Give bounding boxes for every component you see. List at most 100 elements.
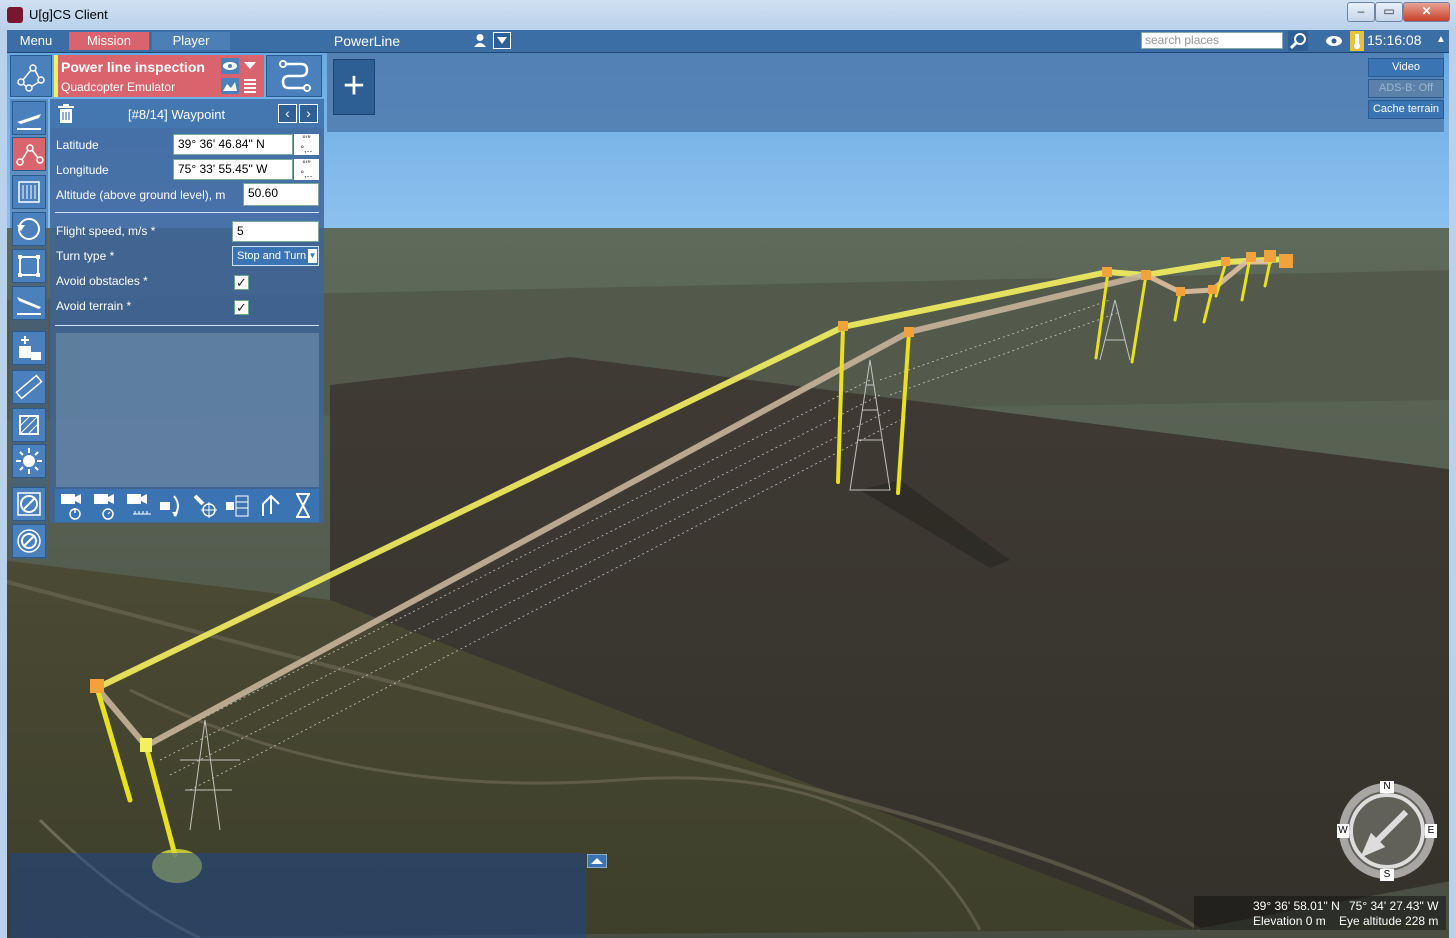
divider (55, 212, 319, 213)
menu-button[interactable]: Menu (7, 32, 65, 50)
avoid-obstacles-checkbox[interactable]: ✓ (234, 275, 249, 290)
mission-dropdown-icon[interactable] (242, 59, 258, 71)
turn-type-select[interactable]: Stop and Turn ▼ (232, 246, 319, 266)
sun-tool-button[interactable] (12, 444, 46, 478)
circle-tool-button[interactable] (12, 212, 46, 246)
window-frame-left (0, 30, 7, 938)
adsb-button[interactable]: ADS-B: Off (1368, 79, 1444, 98)
ruler-tool-button[interactable] (12, 370, 46, 404)
hatch-area-tool-button[interactable] (12, 408, 46, 442)
compass-north: N (1383, 781, 1391, 792)
tab-mission[interactable]: Mission (69, 32, 149, 50)
route-path-button[interactable] (266, 55, 322, 97)
eye-altitude-readout: Eye altitude 228 m (1339, 914, 1439, 928)
visibility-icon[interactable] (221, 58, 239, 74)
window-title: U[g]CS Client (29, 7, 108, 22)
hatch-area-icon (19, 415, 39, 435)
collapse-up-icon[interactable]: ▲ (1436, 34, 1446, 45)
actions-area (56, 333, 319, 487)
list-icon[interactable] (242, 77, 258, 93)
compass-widget[interactable] (1336, 780, 1438, 882)
cursor-latitude: 39° 36' 58.01" N (1253, 899, 1340, 913)
change-yaw-icon[interactable] (255, 490, 285, 521)
no-fly-circle-button[interactable] (12, 524, 46, 558)
cursor-longitude: 75° 34' 27.43" W (1349, 899, 1439, 913)
landing-icon (17, 297, 41, 315)
window-frame-right (1449, 30, 1456, 938)
camera-distance-icon[interactable] (123, 490, 153, 521)
wait-hourglass-icon[interactable] (288, 490, 318, 521)
route-path-icon (279, 60, 311, 92)
avoid-terrain-checkbox[interactable]: ✓ (234, 300, 249, 315)
landing-tool-button[interactable] (12, 286, 46, 320)
perimeter-icon (18, 255, 40, 277)
mission-title: Power line inspection (61, 59, 205, 75)
no-fly-zone-button[interactable] (12, 487, 46, 521)
minimize-icon[interactable]: – (1347, 2, 1375, 22)
clock: 15:16:08 (1367, 32, 1422, 48)
divider (55, 325, 319, 326)
waypoint-title: [#8/14] Waypoint (128, 107, 226, 122)
add-icon[interactable]: + (333, 59, 375, 115)
compass-south: S (1383, 869, 1391, 880)
photogrammetry-tool-button[interactable] (12, 175, 46, 209)
longitude-format-icon[interactable]: °′″ °,‥ (294, 159, 319, 180)
coordinate-readout: 39° 36' 58.01" N 75° 34' 27.43" W Elevat… (1194, 896, 1446, 930)
altitude-field[interactable]: 50.60 (243, 183, 319, 206)
takeoff-icon (17, 114, 41, 130)
search-input[interactable]: search places (1141, 32, 1283, 49)
eye-icon[interactable] (1325, 33, 1343, 49)
add-area-tool-button[interactable] (12, 331, 46, 365)
flight-speed-field[interactable]: 5 (232, 221, 319, 242)
longitude-field[interactable]: 75° 33' 55.45" W (173, 159, 293, 180)
takeoff-tool-button[interactable] (12, 101, 46, 135)
video-button[interactable]: Video (1368, 58, 1444, 77)
top-toolbar-band (327, 53, 1444, 132)
ruler-icon (15, 374, 43, 400)
next-waypoint-icon[interactable]: › (299, 104, 318, 123)
mission-name: PowerLine (333, 33, 401, 49)
avoid-obstacles-label: Avoid obstacles * (56, 274, 148, 288)
cache-terrain-button[interactable]: Cache terrain (1368, 100, 1444, 119)
close-icon[interactable]: ✕ (1403, 2, 1450, 22)
compass-west: W (1338, 825, 1348, 836)
trash-icon[interactable] (57, 104, 75, 124)
panorama-icon[interactable] (222, 490, 252, 521)
bottom-panel (10, 853, 586, 938)
prev-waypoint-icon[interactable]: ‹ (278, 104, 297, 123)
route-network-icon (17, 64, 45, 92)
expand-up-icon[interactable] (587, 854, 607, 868)
prohibited-circle-icon (17, 529, 41, 553)
latitude-field[interactable]: 39° 36' 46.84" N (173, 134, 293, 155)
search-icon[interactable] (1288, 31, 1308, 51)
window-titlebar: U[g]CS Client – ▭ ✕ (0, 0, 1456, 31)
latitude-label: Latitude (56, 138, 99, 152)
camera-power-icon[interactable] (57, 490, 87, 521)
waypoint-path-icon (16, 144, 44, 166)
flight-speed-label: Flight speed, m/s * (56, 224, 156, 238)
waypoint-tool-button[interactable] (12, 137, 46, 171)
latitude-format-icon[interactable]: °′″ °,‥ (294, 134, 319, 155)
sun-icon (16, 448, 42, 474)
avoid-terrain-label: Avoid terrain * (56, 299, 132, 313)
tab-player[interactable]: Player (152, 32, 230, 50)
waypoint-panel: [#8/14] Waypoint ‹ › Latitude 39° 36' 46… (50, 99, 324, 523)
target-poi-icon[interactable] (189, 490, 219, 521)
dropdown-icon[interactable] (493, 32, 511, 49)
app-logo-icon (7, 7, 23, 23)
chevron-down-icon: ▼ (308, 249, 317, 263)
area-scan-icon (18, 181, 40, 203)
thermometer-icon (1350, 31, 1364, 51)
maximize-icon[interactable]: ▭ (1375, 2, 1403, 22)
app-menubar: Menu Mission Player PowerLine search pla… (7, 30, 1449, 53)
prohibited-square-icon (17, 492, 41, 516)
camera-timer-icon[interactable] (90, 490, 120, 521)
mission-card[interactable]: Power line inspection Quadcopter Emulato… (54, 55, 264, 97)
add-area-icon (19, 336, 41, 360)
gimbal-icon[interactable] (156, 490, 186, 521)
mission-route-button[interactable] (10, 55, 52, 97)
perimeter-tool-button[interactable] (12, 249, 46, 283)
terrain-profile-icon[interactable] (221, 78, 239, 94)
circle-arrow-icon (17, 218, 40, 240)
user-icon[interactable] (473, 33, 487, 47)
